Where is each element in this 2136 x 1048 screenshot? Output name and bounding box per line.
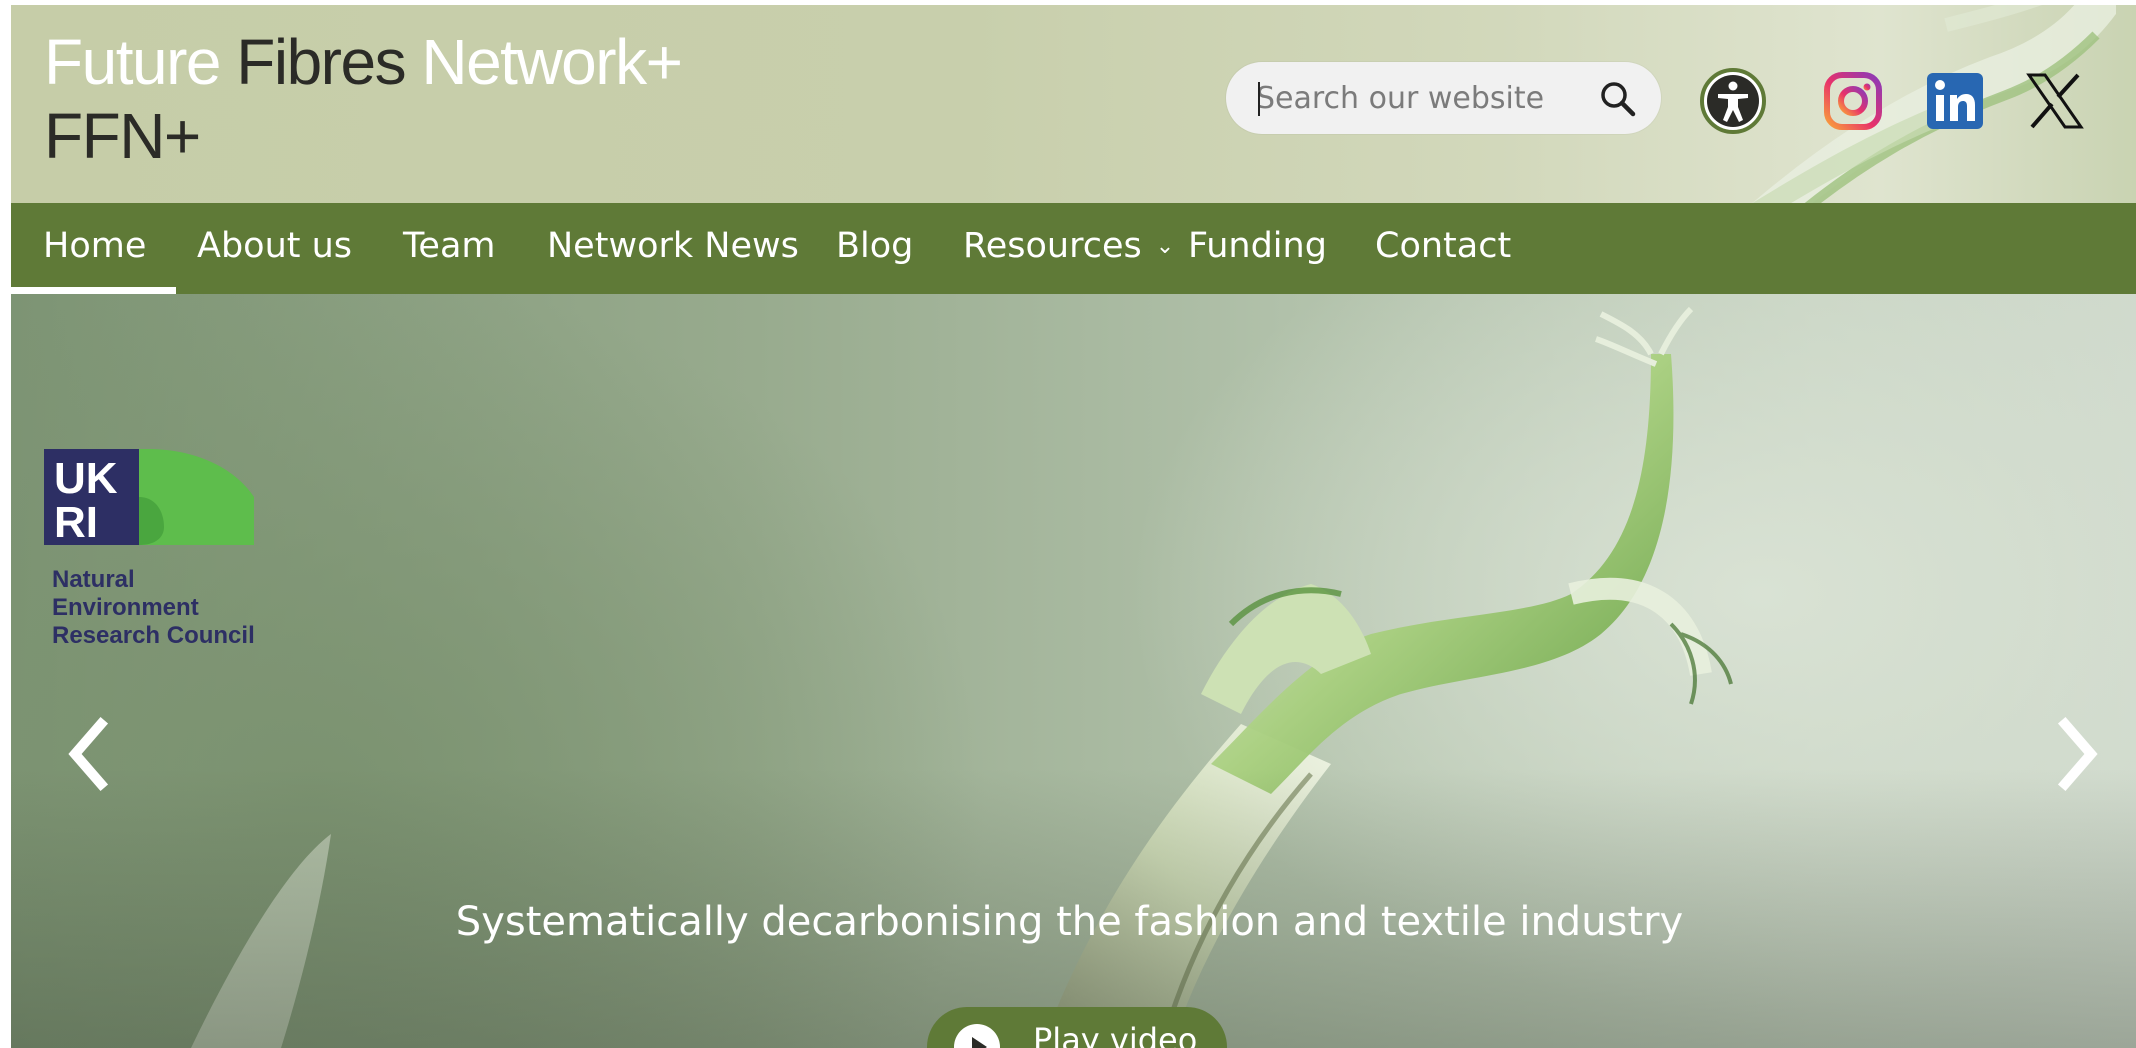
nav-resources-label: Resources xyxy=(963,226,1142,266)
text-caret xyxy=(1258,82,1260,116)
site-header: Future Fibres Network+ FFN+ xyxy=(11,5,2136,203)
nav-about-us[interactable]: About us xyxy=(197,203,352,294)
ukri-logo[interactable]: UK RI xyxy=(44,437,254,557)
play-video-label: Play video xyxy=(1033,1021,1198,1048)
search-box xyxy=(1226,62,1661,134)
svg-text:RI: RI xyxy=(54,498,98,547)
nerc-line-1: Natural xyxy=(52,566,135,593)
search-input[interactable] xyxy=(1256,72,1576,124)
nerc-label: Natural Environment Research Council xyxy=(52,566,255,650)
chevron-down-icon: ⌄ xyxy=(1155,234,1175,259)
nav-blog[interactable]: Blog xyxy=(836,203,913,294)
nerc-line-2: Environment xyxy=(52,594,199,621)
nav-resources[interactable]: Resources ⌄ xyxy=(963,203,1174,294)
nav-home[interactable]: Home xyxy=(11,203,177,294)
nav-funding[interactable]: Funding xyxy=(1188,203,1327,294)
brand-acronym: FFN+ xyxy=(44,100,201,172)
search-icon[interactable] xyxy=(1598,80,1638,120)
linkedin-icon[interactable] xyxy=(1921,67,1989,135)
brand-word-future: Future xyxy=(44,26,221,98)
accessibility-icon[interactable] xyxy=(1699,67,1767,135)
nav-contact[interactable]: Contact xyxy=(1375,203,1511,294)
carousel-prev-icon[interactable] xyxy=(59,714,115,794)
nerc-line-3: Research Council xyxy=(52,622,255,649)
brand-word-network: Network+ xyxy=(421,26,683,98)
page: Future Fibres Network+ FFN+ Search our w… xyxy=(11,5,2136,1048)
instagram-icon[interactable] xyxy=(1819,67,1887,135)
play-video-button[interactable]: Play video xyxy=(927,1007,1227,1048)
carousel-next-icon[interactable] xyxy=(2051,714,2107,794)
nav-network-news[interactable]: Network News xyxy=(547,203,799,294)
hero-carousel: UK RI Natural Environment Research Counc… xyxy=(11,294,2136,1048)
hero-tagline: Systematically decarbonising the fashion… xyxy=(11,899,2136,945)
x-icon[interactable] xyxy=(2021,67,2089,135)
nav-team[interactable]: Team xyxy=(403,203,496,294)
hero-tagline-text: Systematically decarbonising the fashion… xyxy=(455,899,1684,945)
play-icon xyxy=(954,1024,1000,1048)
main-nav: Home About us Team Network News Blog Res… xyxy=(11,203,2136,294)
site-title[interactable]: Future Fibres Network+ FFN+ xyxy=(44,25,683,173)
svg-text:UK: UK xyxy=(54,454,118,503)
brand-word-fibres: Fibres xyxy=(236,26,406,98)
